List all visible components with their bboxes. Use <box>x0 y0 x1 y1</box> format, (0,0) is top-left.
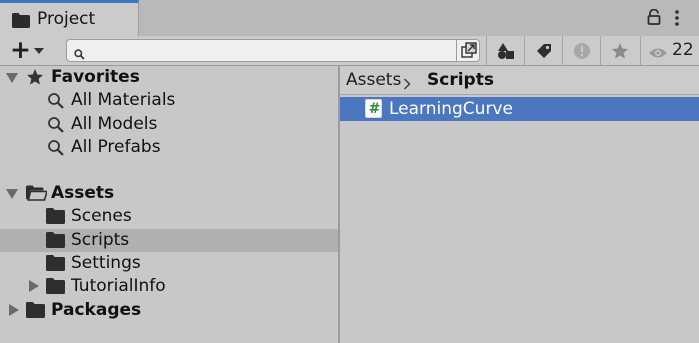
window-tab-bar: Project <box>0 0 699 36</box>
open-folder-icon <box>26 185 49 205</box>
save-search-favorite-button[interactable] <box>600 36 638 65</box>
filter-by-type-button[interactable] <box>486 36 524 65</box>
search-icon <box>47 92 65 114</box>
more-options-icon[interactable] <box>674 9 680 31</box>
eye-icon <box>648 44 668 63</box>
tree-item-all-models[interactable]: All Models <box>0 113 338 136</box>
tree-item-scenes[interactable]: Scenes <box>0 205 338 228</box>
tree-item-packages[interactable]: Packages <box>0 299 338 322</box>
folder-icon <box>12 13 30 32</box>
tree-item-settings[interactable]: Settings <box>0 252 338 275</box>
plus-icon: + <box>10 35 31 64</box>
create-dropdown-button[interactable]: + <box>6 35 50 64</box>
tag-icon <box>537 44 551 58</box>
asset-label: LearningCurve <box>389 99 513 119</box>
tree-item-assets[interactable]: Assets <box>0 182 338 205</box>
shapes-icon <box>498 43 514 59</box>
hidden-packages-toggle[interactable]: 22 <box>640 36 699 65</box>
tree-item-label: Scripts <box>71 230 130 250</box>
tree-item-all-materials[interactable]: All Materials <box>0 89 338 112</box>
asset-item-learningcurve[interactable]: # LearningCurve <box>340 97 699 121</box>
warning-icon <box>574 43 590 59</box>
tree-item-label: Assets <box>51 183 115 203</box>
folder-icon <box>26 302 45 322</box>
tree-item-label: TutorialInfo <box>71 276 166 296</box>
expand-arrow-icon[interactable] <box>29 280 39 292</box>
breadcrumb: Assets Scripts <box>340 66 699 95</box>
project-tab[interactable]: Project <box>0 0 139 36</box>
tree-item-label: All Prefabs <box>71 137 161 157</box>
tree-item-label: Packages <box>51 300 142 320</box>
tree-item-favorites[interactable]: Favorites <box>0 66 338 89</box>
project-toolbar: + 22 <box>0 35 699 66</box>
filter-by-label-button[interactable] <box>524 36 562 65</box>
folder-icon <box>46 208 65 228</box>
tree-item-label: All Models <box>71 114 158 134</box>
tree-item-label: Scenes <box>71 206 132 226</box>
search-box[interactable] <box>66 39 480 62</box>
folder-icon <box>46 232 65 252</box>
tree-item-label: All Materials <box>71 90 176 110</box>
expand-arrow-icon[interactable] <box>9 304 19 316</box>
tree-item-all-prefabs[interactable]: All Prefabs <box>0 136 338 159</box>
chevron-down-icon <box>34 48 44 54</box>
search-window-icon <box>461 42 477 62</box>
asset-list-panel: Assets Scripts # LearningCurve <box>340 66 699 343</box>
tree-item-tutorialinfo[interactable]: TutorialInfo <box>0 275 338 298</box>
star-icon <box>26 68 44 90</box>
search-input[interactable] <box>89 41 453 61</box>
search-icon <box>47 139 65 161</box>
star-icon <box>612 43 628 59</box>
folder-icon <box>46 255 65 275</box>
search-icon <box>74 45 85 64</box>
expand-arrow-icon[interactable] <box>6 189 18 199</box>
lock-icon[interactable] <box>647 8 661 29</box>
filter-by-log-type-button[interactable] <box>562 36 600 65</box>
expand-arrow-icon[interactable] <box>6 73 18 83</box>
folder-icon <box>46 278 65 298</box>
open-search-window-button[interactable] <box>456 39 480 62</box>
folder-tree: Favorites All Materials All Models All P… <box>0 66 338 343</box>
tree-item-label: Settings <box>71 253 141 273</box>
tab-title: Project <box>37 9 96 29</box>
hidden-package-count: 22 <box>672 40 694 60</box>
csharp-script-icon: # <box>365 99 382 118</box>
breadcrumb-item-scripts[interactable]: Scripts <box>427 70 494 90</box>
tree-item-scripts[interactable]: Scripts <box>0 229 338 252</box>
search-icon <box>47 116 65 138</box>
breadcrumb-item-assets[interactable]: Assets <box>346 70 401 90</box>
chevron-right-icon <box>403 75 411 94</box>
tree-item-label: Favorites <box>51 67 140 87</box>
